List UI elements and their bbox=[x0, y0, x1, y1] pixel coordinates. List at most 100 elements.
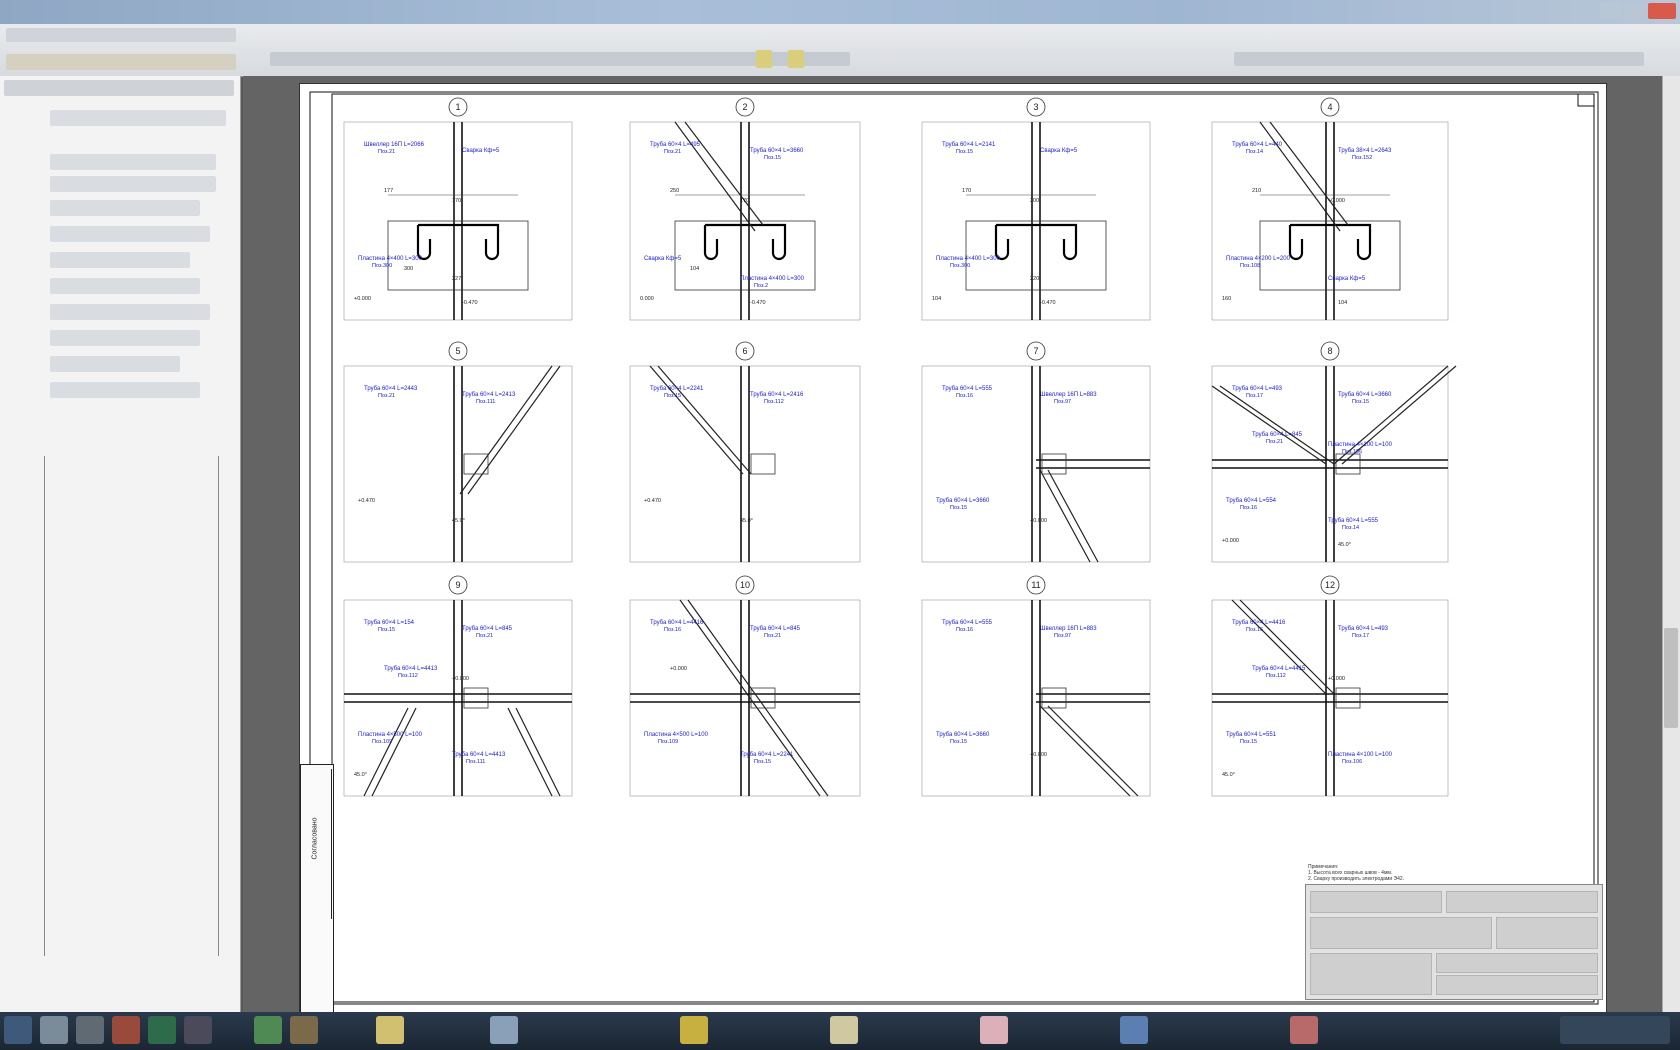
brace-line bbox=[459, 365, 553, 495]
detail-label: Труба 60×4 L=2241 bbox=[740, 752, 794, 758]
tree-row[interactable] bbox=[50, 278, 200, 294]
tree-row[interactable] bbox=[50, 382, 200, 398]
brace-line bbox=[1211, 385, 1327, 465]
detail-label-position: Поз.16 bbox=[664, 627, 681, 633]
detail-label: Сварка Кф=5 bbox=[1328, 276, 1366, 282]
channel-profile bbox=[994, 223, 1078, 261]
gusset-plate bbox=[463, 687, 489, 709]
detail-number: 9 bbox=[455, 580, 460, 590]
detail-label: Труба 60×4 L=555 bbox=[1328, 518, 1379, 524]
detail-label-position: Поз.300 bbox=[372, 263, 392, 269]
detail-label: Труба 60×4 L=4413 bbox=[452, 752, 506, 758]
taskbar-app-icon[interactable] bbox=[290, 1016, 318, 1044]
detail-label-position: Поз.15 bbox=[764, 155, 781, 161]
detail-number: 3 bbox=[1033, 102, 1038, 112]
detail-label: +0.000 bbox=[1030, 752, 1047, 758]
detail-label-position: Поз.21 bbox=[764, 633, 781, 639]
taskbar-app-icon[interactable] bbox=[254, 1016, 282, 1044]
minimize-button[interactable] bbox=[1600, 3, 1622, 19]
detail-label: +0.000 bbox=[1328, 198, 1345, 204]
detail-label-position: Поз.15 bbox=[664, 393, 681, 399]
taskbar-app-icon[interactable] bbox=[376, 1016, 404, 1044]
detail-label-position: Поз.14 bbox=[1246, 149, 1263, 155]
stamp-column: Согласовано bbox=[300, 764, 334, 1014]
tree-row[interactable] bbox=[50, 200, 200, 216]
detail-label: Труба 60×4 L=4415 bbox=[1252, 666, 1306, 672]
detail-label: -0.470 bbox=[1040, 300, 1056, 306]
detail-label: +0.470 bbox=[358, 498, 375, 504]
brace-line bbox=[1259, 121, 1341, 232]
title-block-cell bbox=[1310, 917, 1492, 949]
detail-label: Труба 60×4 L=3660 bbox=[936, 498, 990, 504]
brace-line bbox=[657, 365, 752, 475]
detail-label: 45.0° bbox=[354, 772, 367, 778]
detail-label-position: Поз.21 bbox=[664, 149, 681, 155]
tree-row[interactable] bbox=[50, 110, 226, 126]
detail-label-position: Поз.2 bbox=[754, 283, 768, 289]
system-tray[interactable] bbox=[1560, 1016, 1670, 1044]
taskbar-app-icon[interactable] bbox=[1120, 1016, 1148, 1044]
quick-access-bar[interactable] bbox=[6, 54, 236, 70]
tree-row[interactable] bbox=[50, 226, 210, 242]
panel-header[interactable] bbox=[4, 80, 234, 96]
taskbar-app-icon[interactable] bbox=[680, 1016, 708, 1044]
tree-row[interactable] bbox=[50, 330, 200, 346]
detail-label: 210 bbox=[1252, 188, 1261, 194]
detail-label: +0.000 bbox=[354, 296, 371, 302]
gusset-plate bbox=[1335, 687, 1361, 709]
detail-label-position: Поз.112 bbox=[398, 673, 418, 679]
tree-row[interactable] bbox=[50, 304, 210, 320]
brace-line bbox=[1047, 469, 1099, 563]
tree-row[interactable] bbox=[50, 154, 216, 170]
taskbar-app-icon[interactable] bbox=[1290, 1016, 1318, 1044]
taskbar-app-icon[interactable] bbox=[76, 1016, 104, 1044]
brace-line bbox=[684, 121, 764, 226]
detail-label: Труба 60×4 L=154 bbox=[364, 620, 415, 626]
toolbar-tool-yellow[interactable] bbox=[756, 50, 772, 68]
gusset-plate bbox=[750, 453, 776, 475]
brace-line bbox=[674, 121, 756, 232]
tree-row[interactable] bbox=[50, 252, 190, 268]
detail-label: -0.470 bbox=[462, 300, 478, 306]
detail-label: 170 bbox=[740, 198, 749, 204]
detail-label: Труба 60×4 L=495 bbox=[650, 142, 701, 148]
scrollbar-thumb[interactable] bbox=[1664, 628, 1678, 728]
tree-row[interactable] bbox=[50, 356, 180, 372]
vertical-scrollbar[interactable] bbox=[1662, 76, 1680, 1012]
taskbar-app-icon[interactable] bbox=[40, 1016, 68, 1044]
taskbar-app-icon[interactable] bbox=[980, 1016, 1008, 1044]
taskbar-app-icon[interactable] bbox=[830, 1016, 858, 1044]
taskbar-app-icon[interactable] bbox=[112, 1016, 140, 1044]
detail-label-position: Поз.111 bbox=[466, 759, 485, 765]
detail-label: Швеллер 16П L=883 bbox=[1040, 392, 1097, 398]
detail-label: Труба 60×4 L=493 bbox=[1338, 626, 1389, 632]
toolbar-tool-yellow-2[interactable] bbox=[788, 50, 804, 68]
sheet-corner-box bbox=[1577, 93, 1595, 107]
taskbar-app-icon[interactable] bbox=[148, 1016, 176, 1044]
taskbar-app-icon[interactable] bbox=[490, 1016, 518, 1044]
detail-label-position: Поз.15 bbox=[1240, 739, 1257, 745]
detail-label: Пластина 4×100 L=100 bbox=[1328, 442, 1393, 448]
detail-label: Труба 60×4 L=551 bbox=[1226, 732, 1277, 738]
detail-label: Сварка Кф=5 bbox=[644, 256, 682, 262]
detail-label: Труба 60×4 L=3660 bbox=[1338, 392, 1392, 398]
tree-row[interactable] bbox=[50, 176, 216, 192]
brace-line bbox=[1039, 469, 1091, 563]
title-block-cell bbox=[1436, 975, 1598, 995]
close-button[interactable] bbox=[1648, 3, 1676, 19]
detail-label: Труба 60×4 L=2241 bbox=[650, 386, 704, 392]
detail-label: 45.0° bbox=[740, 518, 753, 524]
detail-label-position: Поз.21 bbox=[1266, 439, 1283, 445]
detail-label-position: Поз.15 bbox=[754, 759, 771, 765]
detail-label: 104 bbox=[690, 266, 699, 272]
toolbar-right-group[interactable] bbox=[1234, 52, 1644, 66]
detail-label-position: Поз.300 bbox=[950, 263, 970, 269]
detail-label: Труба 60×4 L=555 bbox=[942, 620, 993, 626]
detail-label-position: Поз.16 bbox=[956, 393, 973, 399]
taskbar-start-icon[interactable] bbox=[4, 1016, 32, 1044]
maximize-button[interactable] bbox=[1624, 3, 1646, 19]
taskbar-app-icon[interactable] bbox=[184, 1016, 212, 1044]
ribbon-tab-row[interactable] bbox=[6, 28, 236, 42]
detail-label: Швеллер 16П L=2066 bbox=[364, 142, 425, 148]
detail-label-position: Поз.109 bbox=[372, 739, 392, 745]
